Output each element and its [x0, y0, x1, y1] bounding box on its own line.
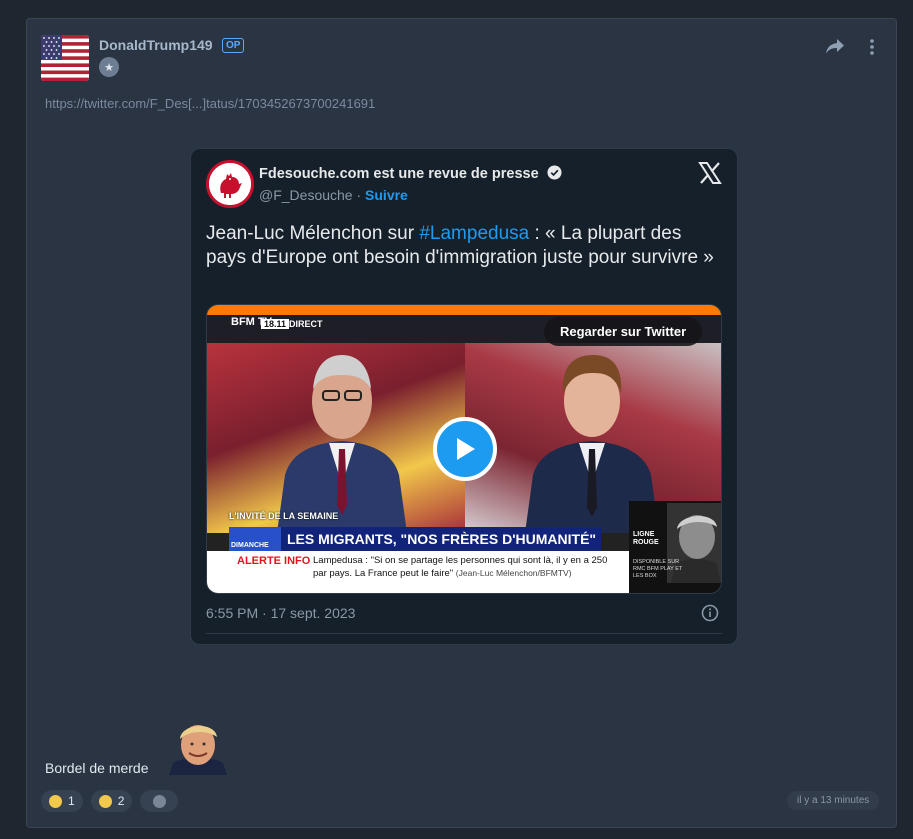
account-name-text: Fdesouche.com est une revue de presse [259, 166, 539, 182]
verified-badge-icon [547, 165, 562, 180]
news-headline: LES MIGRANTS, "NOS FRÈRES D'HUMANITÉ" [281, 527, 601, 551]
alert-text: Lampedusa : "Si on se partage les person… [313, 555, 623, 580]
live-label: DIRECT [289, 319, 323, 329]
post-timestamp: il y a 13 minutes [787, 791, 880, 810]
user-avatar[interactable] [41, 35, 89, 81]
show-name: DIMANCHE [229, 527, 281, 551]
promo-title: LIGNE ROUGE [633, 531, 659, 546]
trump-face-sticker [169, 725, 227, 775]
more-options-icon[interactable] [867, 37, 877, 57]
promo-tile: LIGNE ROUGE DISPONIBLE SUR RMC BFM PLAY … [629, 501, 721, 593]
rooster-logo-icon [209, 163, 251, 205]
post-comment: Bordel de merde [45, 760, 149, 776]
embedded-tweet[interactable]: Fdesouche.com est une revue de presse @F… [190, 148, 738, 645]
follow-button[interactable]: Suivre [365, 187, 408, 203]
reaction-joy[interactable]: 1 [41, 790, 83, 812]
forum-post: DonaldTrump149 OP ★ https://twitter.com/… [26, 18, 897, 828]
joy-emoji-icon [49, 794, 62, 808]
play-button[interactable] [433, 417, 497, 481]
alert-label: ALERTE INFO [237, 555, 311, 567]
tweet-text: Jean-Luc Mélenchon sur #Lampedusa : « La… [206, 222, 716, 270]
username[interactable]: DonaldTrump149 [99, 37, 213, 53]
tweet-video[interactable]: BFM TV 18.11 DIRECT L'INVITÉ DE LA SEMAI… [206, 304, 722, 594]
tweet-account-name[interactable]: Fdesouche.com est une revue de presse [259, 165, 562, 182]
hashtag-link[interactable]: #Lampedusa [419, 223, 529, 244]
reaction-count: 2 [117, 794, 125, 808]
add-emoji-icon [152, 794, 166, 808]
tweet-handle-line: @F_Desouche · Suivre [259, 187, 408, 203]
info-icon[interactable] [701, 604, 719, 622]
video-top-bar [207, 305, 721, 315]
promo-text: DISPONIBLE SUR RMC BFM PLAY ET LES BOX [633, 559, 683, 579]
handle-separator: · [352, 187, 366, 203]
tweet-divider [206, 633, 722, 634]
reactions-bar: 1 2 [41, 790, 179, 812]
tweet-handle[interactable]: @F_Desouche [259, 187, 353, 203]
guest-label: L'INVITÉ DE LA SEMAINE [229, 511, 339, 521]
watch-on-twitter-button[interactable]: Regarder sur Twitter [544, 317, 703, 346]
tweet-url-link[interactable]: https://twitter.com/F_Des[...]tatus/1703… [45, 96, 375, 111]
rank-star-icon: ★ [99, 57, 119, 77]
share-icon[interactable] [825, 37, 845, 55]
alert-source: (Jean-Luc Mélenchon/BFMTV) [455, 568, 572, 578]
reaction-count: 1 [68, 794, 75, 808]
play-icon [457, 438, 475, 460]
guest-left-figure [277, 355, 407, 533]
broadcast-time: 18.11 [261, 319, 290, 329]
x-logo-icon[interactable] [698, 161, 722, 185]
tweet-date[interactable]: 6:55 PM · 17 sept. 2023 [206, 605, 355, 621]
op-badge: OP [222, 38, 245, 53]
sad-emoji-icon [98, 794, 112, 808]
add-reaction-button[interactable] [140, 790, 179, 812]
reaction-sad[interactable]: 2 [90, 790, 133, 812]
tweet-avatar[interactable] [206, 160, 254, 208]
tweet-text-start: Jean-Luc Mélenchon sur [206, 223, 420, 244]
